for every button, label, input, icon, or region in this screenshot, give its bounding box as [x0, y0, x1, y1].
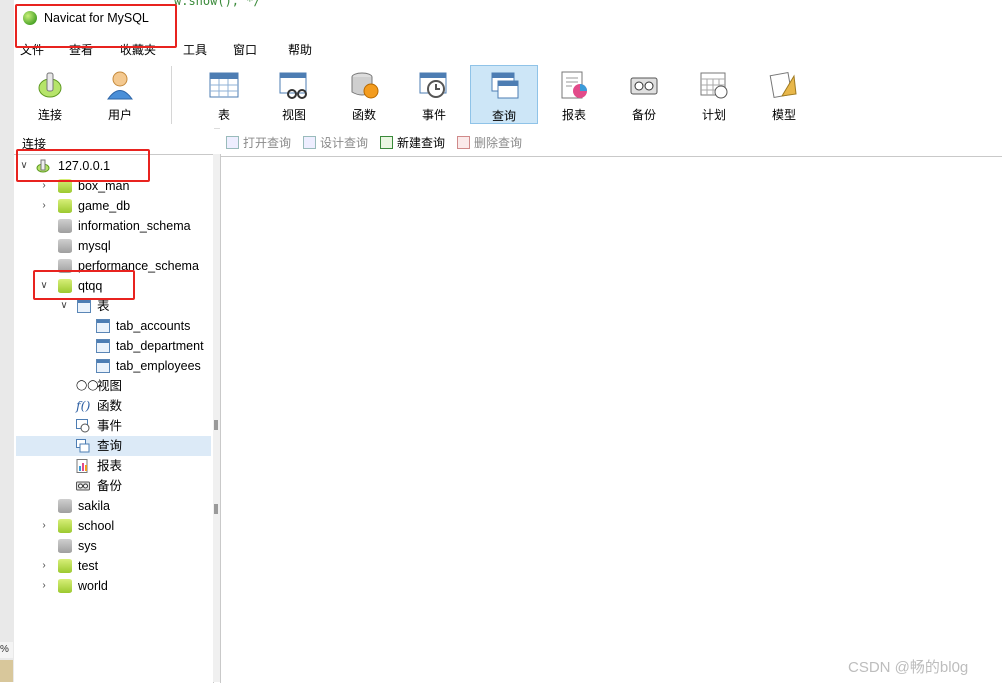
backup-icon — [630, 77, 658, 95]
background-code-text: w.show(); */ — [174, 0, 261, 8]
toolbar-report-button[interactable]: 报表 — [540, 65, 608, 124]
user-icon — [107, 71, 133, 100]
tree-database-row[interactable]: mysql — [14, 236, 213, 256]
query-icon — [491, 72, 519, 99]
toolbar-backup-button[interactable]: 备份 — [610, 65, 678, 124]
tree-database-row[interactable]: › world — [14, 576, 213, 596]
database-icon — [58, 199, 72, 213]
background-window-edge — [0, 0, 15, 682]
tree-database-row[interactable]: sakila — [14, 496, 213, 516]
model-icon — [769, 72, 797, 98]
toolbar-function-button[interactable]: 函数 — [330, 65, 398, 124]
delete-query-icon — [457, 136, 470, 149]
toolbar-model-button[interactable]: 模型 — [750, 65, 818, 124]
tree-table-row[interactable]: tab_accounts — [14, 316, 213, 336]
design-query-button[interactable]: 设计查询 — [303, 134, 368, 151]
menu-window[interactable]: 窗口 — [233, 41, 257, 58]
database-icon — [58, 239, 72, 253]
chevron-right-icon[interactable]: › — [38, 196, 50, 216]
database-icon — [58, 539, 72, 553]
tree-reports-group[interactable]: 报表 — [14, 456, 213, 476]
table-icon — [77, 299, 91, 313]
open-query-button[interactable]: 打开查询 — [226, 134, 291, 151]
annotation-box-title — [15, 4, 177, 48]
watermark-text: CSDN @畅的bl0g — [848, 659, 969, 676]
tree-table-row[interactable]: tab_department — [14, 336, 213, 356]
report-icon — [76, 459, 88, 473]
database-icon — [58, 579, 72, 593]
delete-query-button[interactable]: 删除查询 — [457, 134, 522, 151]
tree-backups-group[interactable]: 备份 — [14, 476, 213, 496]
tree-database-row[interactable]: › test — [14, 556, 213, 576]
query-icon — [76, 439, 90, 453]
toolbar-query-button[interactable]: 查询 — [470, 65, 538, 124]
splitter-grip[interactable] — [214, 420, 218, 430]
schedule-icon — [700, 72, 728, 99]
tree-database-row[interactable]: sys — [14, 536, 213, 556]
tree-queries-group[interactable]: 查询 — [16, 436, 211, 456]
chevron-right-icon[interactable]: › — [38, 556, 50, 576]
design-query-icon — [303, 136, 316, 149]
toolbar-view-button[interactable]: 视图 — [260, 65, 328, 124]
table-icon — [96, 339, 110, 353]
toolbar-schedule-button[interactable]: 计划 — [680, 65, 748, 124]
main-toolbar: 连接 用户 表 视图 函数 事件 查询 报表 备份 计划 模型 — [14, 60, 1002, 129]
tree-database-row[interactable]: › school — [14, 516, 213, 536]
database-icon — [58, 499, 72, 513]
toolbar-event-button[interactable]: 事件 — [400, 65, 468, 124]
tree-events-group[interactable]: 事件 — [14, 416, 213, 436]
toolbar-connection-button[interactable]: 连接 — [16, 65, 84, 124]
function-icon — [351, 72, 379, 99]
table-icon — [209, 72, 239, 98]
tree-functions-group[interactable]: f() 函数 — [14, 396, 213, 416]
tree-views-group[interactable]: ◯◯ 视图 — [14, 376, 213, 396]
database-icon — [58, 559, 72, 573]
background-edge-badge: % — [0, 642, 13, 658]
background-edge-tab — [0, 660, 13, 682]
table-icon — [96, 319, 110, 333]
annotation-box-database — [33, 270, 135, 300]
open-query-icon — [226, 136, 239, 149]
toolbar-table-button[interactable]: 表 — [190, 65, 258, 124]
database-icon — [58, 519, 72, 533]
menu-tools[interactable]: 工具 — [183, 41, 207, 58]
connection-icon — [38, 72, 62, 98]
chevron-right-icon[interactable]: › — [38, 516, 50, 536]
toolbar-user-button[interactable]: 用户 — [86, 65, 154, 124]
database-icon — [58, 219, 72, 233]
view-icon — [279, 72, 307, 99]
object-list-area[interactable] — [220, 156, 1002, 683]
view-glasses-icon: ◯◯ — [76, 380, 99, 391]
connection-tree: ∨ 127.0.0.1 › box_man › game_db informat… — [14, 154, 214, 683]
chevron-right-icon[interactable]: › — [38, 576, 50, 596]
report-icon — [561, 71, 587, 99]
menu-help[interactable]: 帮助 — [288, 41, 312, 58]
new-query-button[interactable]: 新建查询 — [380, 134, 445, 151]
splitter-grip[interactable] — [214, 504, 218, 514]
function-icon: f() — [76, 398, 91, 413]
object-toolbar: 打开查询 设计查询 新建查询 删除查询 — [220, 128, 1002, 156]
event-icon — [419, 72, 447, 98]
new-query-icon — [380, 136, 393, 149]
tree-database-row[interactable]: information_schema — [14, 216, 213, 236]
annotation-box-connection — [16, 149, 150, 182]
backup-icon — [76, 481, 90, 491]
table-icon — [96, 359, 110, 373]
tree-database-row[interactable]: › game_db — [14, 196, 213, 216]
event-icon — [76, 419, 90, 433]
toolbar-separator — [171, 66, 172, 124]
tree-table-row[interactable]: tab_employees — [14, 356, 213, 376]
